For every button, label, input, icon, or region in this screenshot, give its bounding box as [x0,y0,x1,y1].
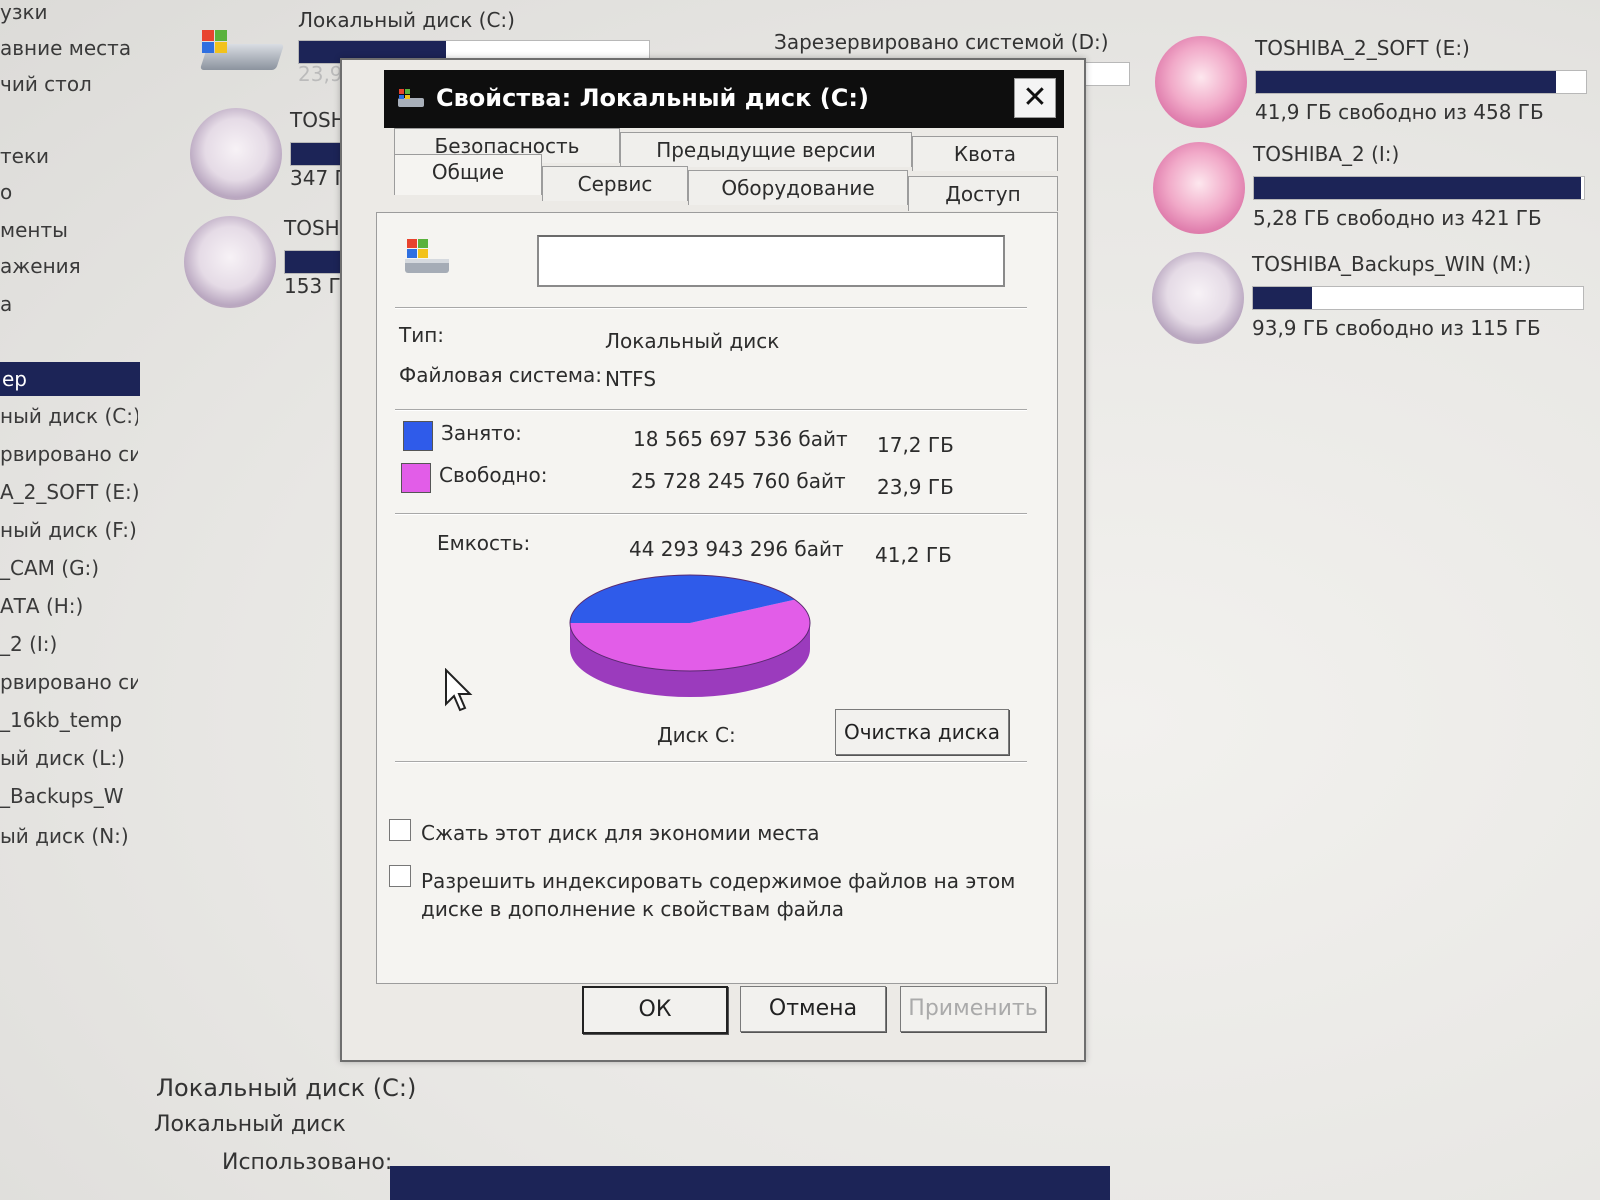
free-gb: 23,9 ГБ [877,475,954,499]
dialog-title: Свойства: Локальный диск (C:) [436,84,869,112]
drive-avatar-icon [1152,252,1244,344]
nav-item[interactable]: АТА (H:) [0,594,138,618]
drive-i-info: 5,28 ГБ свободно из 421 ГБ [1253,206,1542,230]
type-value: Локальный диск [605,329,780,353]
drive-avatar-icon [1155,36,1247,128]
nav-item[interactable]: ый диск (N:) [0,824,138,848]
tab-quota[interactable]: Квота [912,136,1058,171]
cancel-button[interactable]: Отмена [740,986,886,1032]
tab-general[interactable]: Общие [394,154,542,195]
compress-label: Сжать этот диск для экономии места [421,821,820,845]
disk-usage-pie-chart [569,574,811,697]
drive-i-name: TOSHIBA_2 (I:) [1253,142,1400,166]
nav-item[interactable]: _2 (I:) [0,632,138,656]
nav-item[interactable]: _16kb_temp [0,708,138,732]
volume-name-input[interactable] [537,235,1005,287]
used-label: Занято: [441,421,522,445]
details-drive-name: Локальный диск (C:) [156,1074,417,1102]
nav-item[interactable]: ер [0,362,140,396]
free-bytes: 25 728 245 760 байт [631,469,846,493]
drive-avatar-icon [190,108,282,200]
drive-icon [398,89,424,107]
disk-cleanup-button[interactable]: Очистка диска [835,709,1009,755]
tab-sharing[interactable]: Доступ [908,176,1058,211]
divider [395,307,1027,309]
filesystem-label: Файловая система: [399,363,602,387]
nav-item[interactable]: _CAM (G:) [0,556,138,580]
general-tab-panel: Тип: Локальный диск Файловая система: NT… [376,212,1058,984]
drive-c-icon [198,28,285,74]
nav-item[interactable]: авние места [0,36,138,60]
compress-checkbox[interactable] [389,819,411,841]
capacity-bytes: 44 293 943 296 байт [629,537,844,561]
nav-item[interactable]: узки [0,0,138,24]
nav-item[interactable]: теки [0,144,138,168]
nav-item[interactable]: ный диск (C:) [0,404,138,428]
nav-item[interactable]: рвировано сис [0,670,138,694]
filesystem-value: NTFS [605,367,657,391]
free-color-swatch [401,463,431,493]
drive-avatar-icon [1153,142,1245,234]
capacity-gb: 41,2 ГБ [875,543,952,567]
mouse-cursor-icon [445,668,473,712]
type-label: Тип: [399,323,445,347]
drive-d-name: Зарезервировано системой (D:) [774,30,1109,54]
ok-button[interactable]: ОК [582,986,728,1034]
drive-i-bar [1253,176,1585,200]
divider [395,761,1027,763]
drive-avatar-icon [184,216,276,308]
nav-item[interactable]: чий стол [0,72,138,96]
drive-m-bar [1252,286,1584,310]
index-label-line-2: диске в дополнение к свойствам файла [421,897,844,921]
drive-e-name: TOSHIBA_2_SOFT (E:) [1255,36,1470,60]
drive-m-name: TOSHIBA_Backups_WIN (M:) [1252,252,1532,276]
index-checkbox[interactable] [389,865,411,887]
divider [395,513,1027,515]
used-bytes: 18 565 697 536 байт [633,427,848,451]
disk-label: Диск C: [657,723,736,747]
drive-m-info: 93,9 ГБ свободно из 115 ГБ [1252,316,1541,340]
nav-item[interactable]: ажения [0,254,138,278]
used-gb: 17,2 ГБ [877,433,954,457]
drive-e-info: 41,9 ГБ свободно из 458 ГБ [1255,100,1544,124]
used-color-swatch [403,421,433,451]
index-label-line-1: Разрешить индексировать содержимое файло… [421,869,1016,893]
navigation-pane: узки авние места чий стол теки о менты ажения а… [0,0,140,900]
nav-item[interactable]: А_2_SOFT (E:) [0,480,138,504]
tab-hardware[interactable]: Оборудование [688,170,908,205]
tab-previous-versions[interactable]: Предыдущие версии [620,132,912,167]
apply-button[interactable]: Применить [900,986,1046,1032]
nav-item[interactable]: _Backups_W [0,784,138,808]
drive-c-name: Локальный диск (C:) [298,8,515,32]
drive-icon [405,239,449,273]
nav-item[interactable]: рвировано сис [0,442,138,466]
nav-item[interactable]: ный диск (F:) [0,518,138,542]
nav-item[interactable]: ый диск (L:) [0,746,138,770]
close-button[interactable]: ✕ [1014,78,1056,118]
properties-dialog: Свойства: Локальный диск (C:) ✕ Безопасн… [340,58,1086,1062]
details-used-bar [390,1166,1110,1200]
capacity-label: Емкость: [437,531,531,555]
nav-item[interactable]: а [0,292,138,316]
nav-item[interactable]: менты [0,218,138,242]
details-drive-type: Локальный диск [154,1112,346,1137]
divider [395,409,1027,411]
dialog-titlebar[interactable]: Свойства: Локальный диск (C:) ✕ [384,70,1064,128]
details-used-label: Использовано: [222,1150,393,1175]
free-label: Свободно: [439,463,548,487]
tab-tools[interactable]: Сервис [542,166,688,201]
drive-e-bar [1255,70,1587,94]
nav-item[interactable]: о [0,180,138,204]
